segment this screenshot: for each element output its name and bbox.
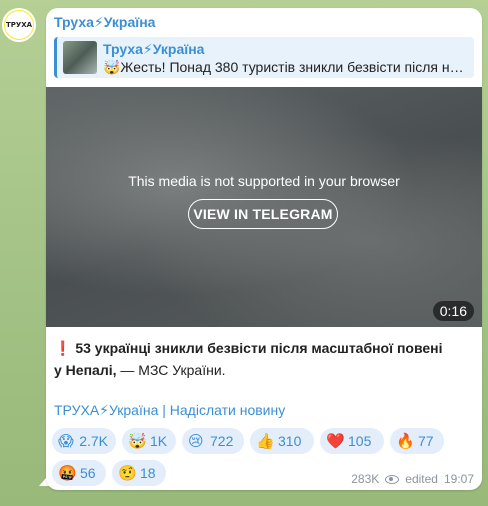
reply-thumbnail: [63, 41, 97, 74]
avatar-logo: ТРУХА: [5, 11, 33, 39]
reaction-count: 18: [140, 465, 156, 481]
reaction-count: 77: [418, 433, 434, 449]
message-text: ❗ 53 українці зникли безвісти після масш…: [54, 338, 454, 381]
view-in-telegram-button[interactable]: VIEW IN TELEGRAM: [188, 199, 338, 229]
reaction-mindblown[interactable]: 🤯 1K: [122, 428, 176, 454]
reaction-count: 1K: [150, 433, 168, 449]
reaction-thumbsup[interactable]: 👍 310: [250, 428, 314, 454]
message-bold-text: 53 українці зникли безвісти після масшта…: [54, 340, 443, 378]
edited-label: edited: [405, 472, 438, 486]
reaction-count: 310: [278, 433, 302, 449]
reaction-raised-eyebrow[interactable]: 🤨 18: [112, 460, 166, 486]
channel-avatar[interactable]: ТРУХА: [2, 8, 36, 42]
heart-icon: ❤️: [326, 432, 345, 450]
reaction-crying[interactable]: 😢 722: [182, 428, 244, 454]
scream-emoji-icon: 😱: [58, 432, 74, 450]
reaction-angry[interactable]: 🤬 56: [52, 460, 106, 486]
mindblown-emoji-icon: 🤯: [128, 432, 147, 450]
unsupported-media-notice: This media is not supported in your brow…: [128, 173, 400, 189]
thumbs-up-icon: 👍: [256, 432, 275, 450]
message-meta: 283K edited 19:07: [351, 472, 474, 486]
message-time: 19:07: [443, 472, 474, 486]
exclamation-icon: ❗: [54, 341, 72, 357]
sender-name[interactable]: Труха⚡Україна: [54, 14, 155, 31]
reply-title: Труха⚡Україна: [103, 41, 205, 57]
message-rest-text: — МЗС України.: [116, 362, 226, 378]
reaction-count: 105: [348, 433, 372, 449]
channel-link[interactable]: ТРУХА⚡Україна | Надіслати новину: [54, 402, 285, 419]
reaction-scream[interactable]: 😱 2.7K: [52, 428, 116, 454]
video-duration: 0:16: [432, 301, 474, 321]
reaction-count: 56: [80, 465, 96, 481]
message-bubble: Труха⚡Україна Труха⚡Україна 🤯Жесть! Пона…: [46, 8, 482, 490]
view-count: 283K: [351, 472, 380, 486]
reaction-fire[interactable]: 🔥 77: [390, 428, 444, 454]
angry-emoji-icon: 🤬: [58, 464, 77, 482]
raised-eyebrow-emoji-icon: 🤨: [118, 464, 137, 482]
reply-preview[interactable]: Труха⚡Україна 🤯Жесть! Понад 380 туристів…: [54, 37, 474, 78]
crying-emoji-icon: 😢: [188, 432, 204, 450]
reaction-count: 722: [210, 433, 234, 449]
fire-icon: 🔥: [396, 432, 415, 450]
video-placeholder[interactable]: This media is not supported in your brow…: [46, 87, 482, 327]
reaction-count: 2.7K: [79, 433, 108, 449]
eye-icon: [385, 474, 400, 484]
reply-text: 🤯Жесть! Понад 380 туристів зникли безвіс…: [103, 59, 464, 75]
reaction-heart[interactable]: ❤️ 105: [320, 428, 384, 454]
